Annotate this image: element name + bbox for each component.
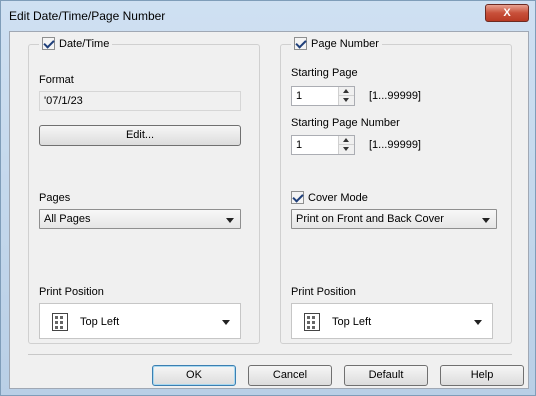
- cover-mode-label: Cover Mode: [308, 191, 368, 204]
- ok-button-label: OK: [186, 369, 202, 381]
- starting-page-number-value: 1: [296, 139, 303, 151]
- pages-value: All Pages: [44, 213, 91, 225]
- spinner-buttons[interactable]: [338, 87, 354, 105]
- dt-print-position-select[interactable]: Top Left: [39, 303, 241, 339]
- dt-print-position-label: Print Position: [39, 286, 104, 298]
- date-time-label: Date/Time: [59, 37, 110, 50]
- page-number-label: Page Number: [311, 37, 379, 50]
- cover-mode-value: Print on Front and Back Cover: [296, 213, 444, 225]
- chevron-down-icon: [474, 320, 482, 325]
- pn-print-position-value: Top Left: [332, 316, 372, 328]
- pn-print-position-label: Print Position: [291, 286, 356, 298]
- cancel-button-label: Cancel: [272, 369, 308, 381]
- cancel-button[interactable]: Cancel: [248, 365, 332, 386]
- pages-select[interactable]: All Pages: [39, 209, 241, 229]
- starting-page-number-range: [1...99999]: [369, 139, 421, 151]
- help-button[interactable]: Help: [440, 365, 524, 386]
- date-time-group: Date/Time Format '07/1/23 Edit... Pages …: [28, 37, 260, 344]
- chevron-down-icon: [226, 218, 234, 223]
- page-number-checkbox[interactable]: [294, 37, 307, 50]
- page-grid-icon: [304, 313, 320, 331]
- default-button[interactable]: Default: [344, 365, 428, 386]
- starting-page-number-label: Starting Page Number: [291, 117, 400, 129]
- starting-page-label: Starting Page: [291, 67, 358, 79]
- date-time-checkbox[interactable]: [42, 37, 55, 50]
- dt-print-position-value: Top Left: [80, 316, 120, 328]
- help-button-label: Help: [470, 369, 494, 381]
- cover-mode-checkbox[interactable]: [291, 191, 304, 204]
- ok-button[interactable]: OK: [152, 365, 236, 386]
- page-number-legend[interactable]: Page Number: [291, 37, 382, 50]
- spin-down-icon[interactable]: [339, 96, 354, 105]
- close-button[interactable]: X: [485, 4, 529, 22]
- spinner-buttons[interactable]: [338, 136, 354, 154]
- title-bar[interactable]: Edit Date/Time/Page Number X: [1, 1, 535, 31]
- chevron-down-icon: [482, 218, 490, 223]
- edit-button[interactable]: Edit...: [39, 125, 241, 146]
- format-field: '07/1/23: [39, 91, 241, 111]
- date-time-legend[interactable]: Date/Time: [39, 37, 113, 50]
- starting-page-value: 1: [296, 90, 303, 102]
- cover-mode-select[interactable]: Print on Front and Back Cover: [291, 209, 497, 229]
- page-number-group: Page Number Starting Page 1 [1...99999] …: [280, 37, 512, 344]
- dialog-body: Date/Time Format '07/1/23 Edit... Pages …: [9, 31, 529, 389]
- starting-page-number-spinner[interactable]: 1: [291, 135, 355, 155]
- chevron-down-icon: [222, 320, 230, 325]
- close-icon: X: [503, 7, 511, 19]
- edit-button-label: Edit...: [125, 129, 155, 141]
- format-value: '07/1/23: [44, 95, 83, 107]
- dialog-window: Edit Date/Time/Page Number X Date/Time F…: [0, 0, 536, 396]
- page-grid-icon: [52, 313, 68, 331]
- spin-down-icon[interactable]: [339, 145, 354, 154]
- spin-up-icon[interactable]: [339, 136, 354, 145]
- starting-page-spinner[interactable]: 1: [291, 86, 355, 106]
- spin-up-icon[interactable]: [339, 87, 354, 96]
- cover-mode-toggle[interactable]: Cover Mode: [291, 191, 368, 204]
- format-label: Format: [39, 74, 74, 86]
- window-title: Edit Date/Time/Page Number: [9, 9, 166, 23]
- pages-label: Pages: [39, 192, 71, 204]
- default-button-label: Default: [368, 369, 404, 381]
- footer-separator: [28, 354, 512, 355]
- pn-print-position-select[interactable]: Top Left: [291, 303, 493, 339]
- starting-page-range: [1...99999]: [369, 90, 421, 102]
